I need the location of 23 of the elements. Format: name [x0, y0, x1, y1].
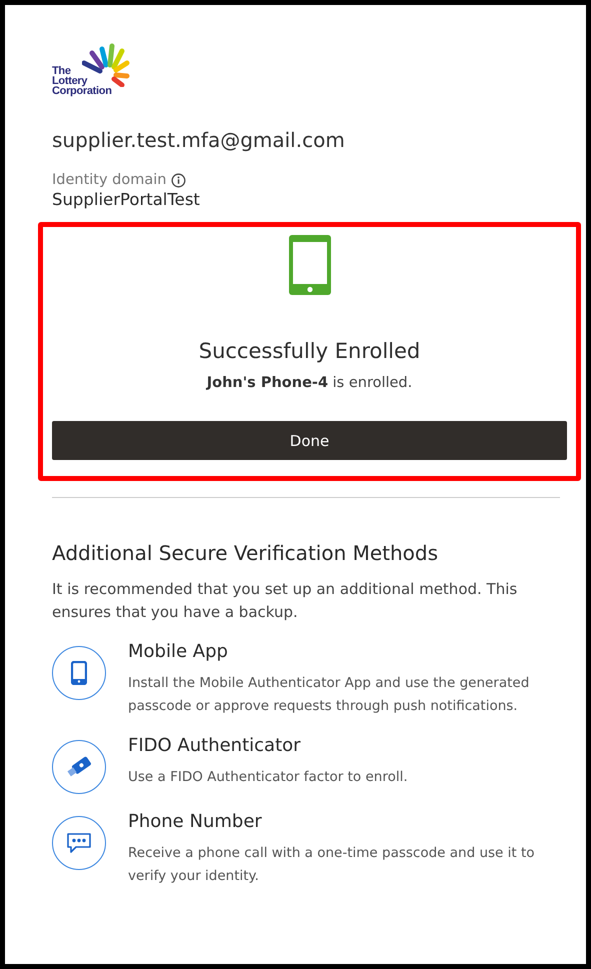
tablet-icon	[71, 661, 87, 685]
method-icon-circle[interactable]	[52, 646, 106, 700]
user-email: supplier.test.mfa@gmail.com	[52, 128, 346, 152]
method-icon-circle[interactable]	[52, 740, 106, 794]
logo-text: The Lottery Corporation	[52, 66, 112, 96]
section-heading: Additional Secure Verification Methods	[52, 541, 440, 565]
success-title: Successfully Enrolled	[198, 339, 420, 363]
usb-key-icon	[65, 756, 93, 778]
method-icon-circle[interactable]	[52, 816, 106, 870]
method-description: Use a FIDO Authenticator factor to enroll.	[128, 768, 409, 787]
method-title[interactable]: Mobile App	[128, 640, 560, 664]
domain-name: SupplierPortalTest	[52, 190, 201, 209]
success-message: John's Phone-4 is enrolled.	[206, 375, 412, 391]
tablet-icon	[288, 235, 330, 295]
method-title[interactable]: Phone Number	[128, 810, 560, 834]
method-description: Receive a phone call with a one-time passcode and use it to verify your identity.	[128, 844, 536, 886]
domain-label: Identity domain	[52, 172, 166, 188]
info-icon[interactable]	[170, 172, 186, 188]
done-button[interactable]: Done	[52, 421, 567, 460]
section-intro: It is recommended that you set up an additional method. This ensures that you have a backup.	[52, 579, 518, 623]
chat-bubble-icon	[66, 832, 92, 854]
method-title[interactable]: FIDO Authenticator	[128, 734, 560, 758]
method-description: Install the Mobile Authenticator App and use the generated passcode or approve requests through push notifications.	[128, 674, 530, 716]
